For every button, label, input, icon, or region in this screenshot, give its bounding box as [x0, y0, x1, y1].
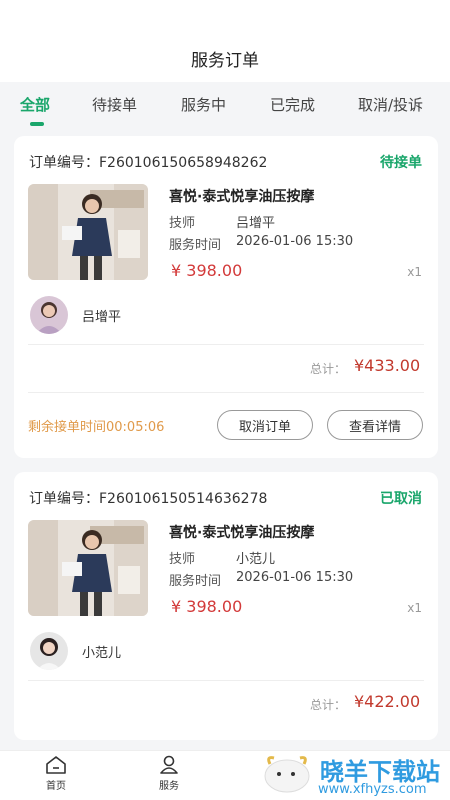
service-time-value: 2026-01-06 15:30 — [236, 570, 354, 585]
total-label: 总计： — [310, 698, 347, 712]
tabbar-service-label: 服务 — [159, 781, 179, 792]
technician-label: 技师 — [169, 216, 196, 231]
technician-avatar[interactable] — [30, 296, 68, 334]
service-price: ¥ 398.00 — [171, 261, 243, 280]
service-icon — [139, 755, 199, 775]
order-card: 订单编号：F260106150514636278 已取消 喜悦·泰式悦享油压按摩… — [14, 472, 438, 740]
service-name: 喜悦·泰式悦享油压按摩 — [169, 525, 315, 541]
order-number: 订单编号：F260106150658948262 — [29, 155, 268, 171]
order-status-tabs: 全部 待接单 服务中 已完成 取消/投诉 — [0, 82, 450, 128]
tab-in-service[interactable]: 服务中 — [181, 94, 226, 115]
watermark-url: www.xfhyzs.com — [318, 782, 427, 797]
divider — [28, 680, 424, 681]
order-status-badge: 已取消 — [380, 491, 422, 507]
app-header: 服务订单 — [0, 0, 450, 82]
tabbar-home[interactable]: 首页 — [26, 755, 86, 792]
service-quantity: x1 — [407, 601, 422, 615]
service-image[interactable] — [28, 520, 148, 616]
tabbar-service[interactable]: 服务 — [139, 755, 199, 792]
tabbar-home-label: 首页 — [46, 781, 66, 792]
divider — [28, 344, 424, 345]
technician-name: 小范儿 — [82, 646, 122, 661]
divider — [28, 392, 424, 393]
total-amount: ¥422.00 — [354, 692, 421, 711]
order-status-badge: 待接单 — [380, 155, 422, 171]
total-amount: ¥433.00 — [354, 356, 421, 375]
order-card: 订单编号：F260106150658948262 待接单 喜悦·泰式悦享油压按摩… — [14, 136, 438, 458]
order-number: 订单编号：F260106150514636278 — [29, 491, 268, 507]
tab-all[interactable]: 全部 — [20, 94, 50, 115]
technician-avatar[interactable] — [30, 632, 68, 670]
technician-label: 技师 — [169, 552, 196, 567]
service-time-label: 服务时间 — [169, 574, 222, 589]
technician-value: 吕增平 — [236, 216, 276, 231]
home-icon — [26, 755, 86, 775]
accept-countdown: 剩余接单时间00:05:06 — [28, 420, 165, 435]
technician-name: 吕增平 — [82, 310, 122, 325]
service-quantity: x1 — [407, 265, 422, 279]
tab-pending[interactable]: 待接单 — [92, 94, 137, 115]
page-title: 服务订单 — [191, 51, 259, 71]
service-name: 喜悦·泰式悦享油压按摩 — [169, 189, 315, 205]
service-image[interactable] — [28, 184, 148, 280]
view-details-button[interactable]: 查看详情 — [327, 410, 423, 440]
site-watermark: 晓羊下载站 www.xfhyzs.com — [256, 748, 450, 800]
tab-completed[interactable]: 已完成 — [270, 94, 315, 115]
service-time-label: 服务时间 — [169, 238, 222, 253]
service-time-value: 2026-01-06 15:30 — [236, 234, 354, 249]
service-price: ¥ 398.00 — [171, 597, 243, 616]
cancel-order-button[interactable]: 取消订单 — [217, 410, 313, 440]
total-label: 总计： — [310, 362, 347, 376]
active-tab-indicator — [30, 122, 44, 126]
tab-cancel-complaint[interactable]: 取消/投诉 — [358, 94, 423, 115]
technician-value: 小范儿 — [236, 552, 276, 567]
sheep-logo-icon — [260, 752, 314, 800]
